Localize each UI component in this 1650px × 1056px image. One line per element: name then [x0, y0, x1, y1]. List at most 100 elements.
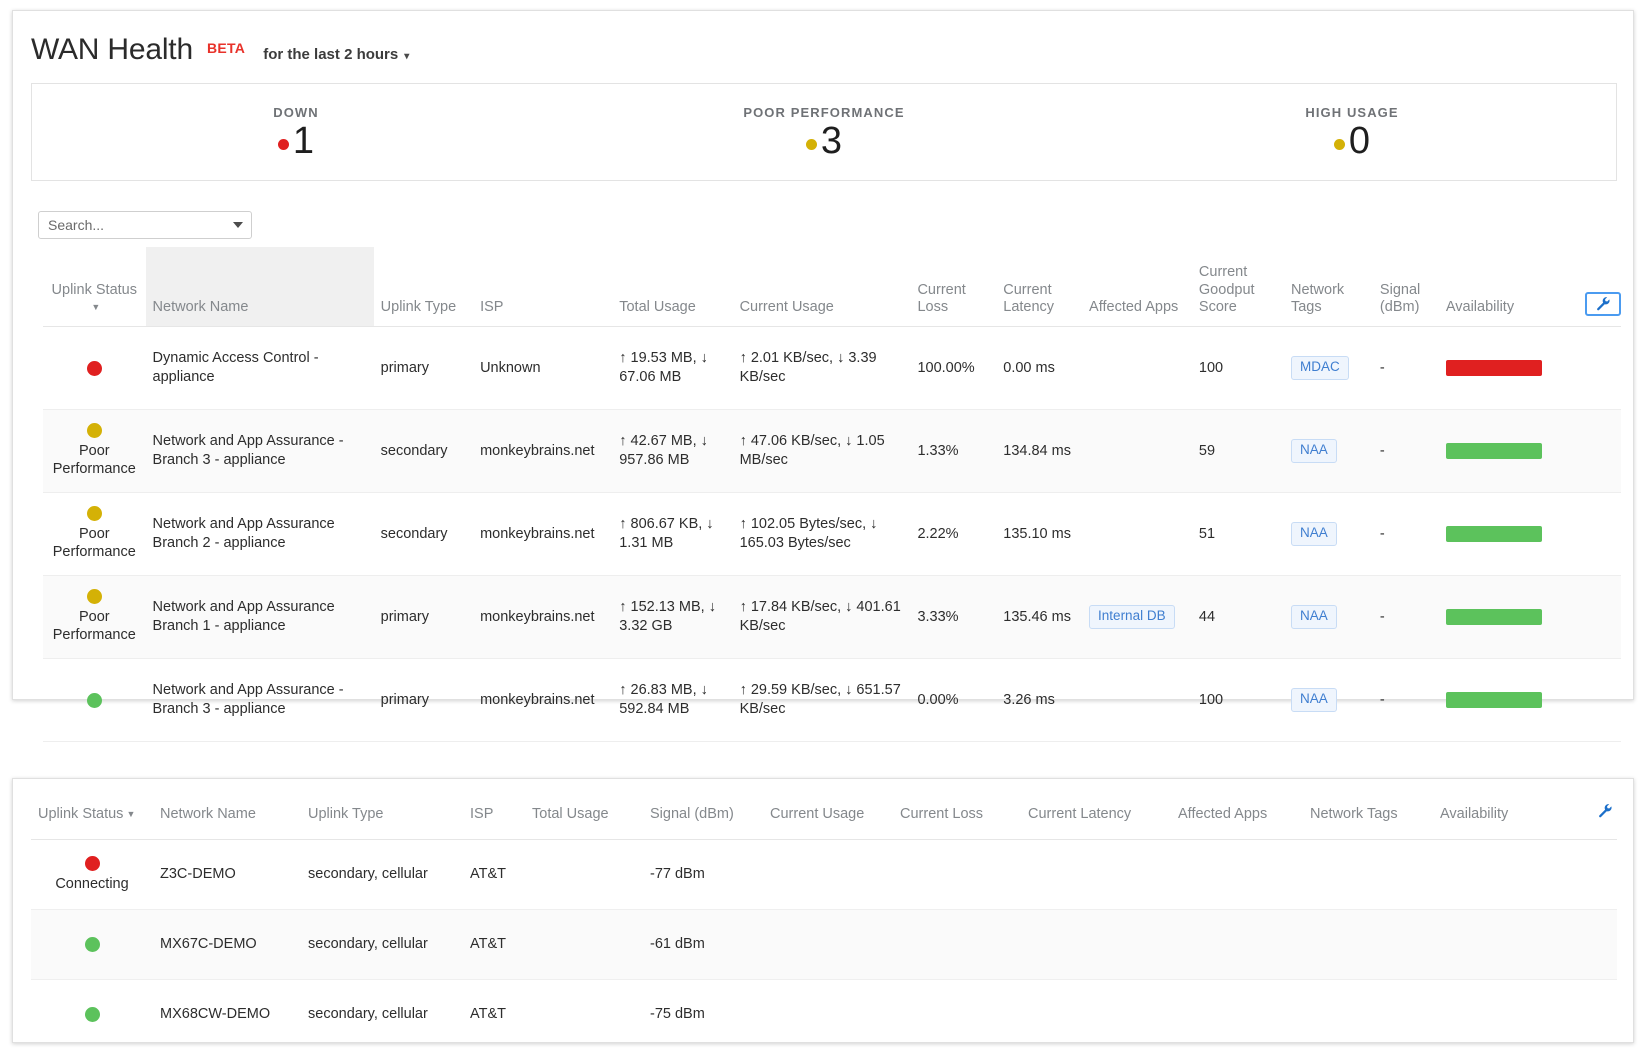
column-header-signal[interactable]: Signal (dBm) [643, 793, 763, 841]
affected-app-chip[interactable]: Internal DB [1089, 605, 1175, 629]
column-header-isp[interactable]: ISP [473, 247, 613, 327]
network-tag-chip[interactable]: NAA [1290, 688, 1337, 712]
uplinks-table-body: Dynamic Access Control - appliance primar… [43, 326, 1621, 742]
column-header-signal[interactable]: Signal (dBm) [1372, 247, 1439, 327]
cell-uplink-status: Poor Performance [43, 409, 146, 493]
column-header-availability[interactable]: Availability [1433, 793, 1573, 841]
cell-spacer [1573, 980, 1617, 1050]
cell-network-name: Network and App Assurance - Branch 3 - a… [145, 658, 374, 742]
column-header-current-usage[interactable]: Current Usage [763, 793, 893, 841]
cell-network-name: MX67C-DEMO [153, 909, 301, 981]
column-header-current-latency[interactable]: Current Latency [996, 247, 1083, 327]
cell-uplink-type: primary [373, 326, 474, 410]
cell-spacer [1562, 326, 1621, 410]
cell-uplink-status [31, 909, 153, 981]
wrench-icon-button[interactable] [1593, 799, 1617, 821]
cell-uplink-status [43, 326, 146, 410]
column-header-current-loss[interactable]: Current Loss [910, 247, 997, 327]
column-header-current-loss[interactable]: Current Loss [893, 793, 1021, 841]
summary-card-high-usage[interactable]: HIGH USAGE 0 [1088, 84, 1616, 180]
column-header-total-usage[interactable]: Total Usage [525, 793, 643, 841]
cell-isp: AT&T [463, 839, 525, 911]
cell-availability [1438, 326, 1563, 410]
cell-current-latency: 135.46 ms [996, 575, 1083, 659]
column-header-network-name[interactable]: Network Name [145, 247, 374, 327]
cell-total-usage [525, 839, 643, 911]
column-header-current-goodput-score[interactable]: Current Goodput Score [1191, 247, 1284, 327]
wrench-icon-button[interactable] [1585, 291, 1621, 316]
column-header-current-usage[interactable]: Current Usage [732, 247, 911, 327]
cell-signal: - [1372, 575, 1439, 659]
column-header-uplink-type[interactable]: Uplink Type [301, 793, 463, 841]
cell-availability [1438, 409, 1563, 493]
column-header-isp[interactable]: ISP [463, 793, 525, 841]
cell-spacer [1562, 492, 1621, 576]
table-row[interactable]: Dynamic Access Control - appliance primar… [43, 326, 1621, 410]
network-tag-chip[interactable]: MDAC [1290, 356, 1349, 380]
summary-card-down[interactable]: DOWN 1 [32, 84, 560, 180]
column-header-uplink-status[interactable]: Uplink Status▼ [31, 793, 153, 841]
column-header-total-usage[interactable]: Total Usage [612, 247, 733, 327]
cell-current-latency [1021, 839, 1171, 911]
cell-total-usage: ↑ 42.67 MB, ↓ 957.86 MB [612, 409, 733, 493]
cell-isp: AT&T [463, 909, 525, 981]
cell-current-loss: 100.00% [910, 326, 997, 410]
column-header-network-tags[interactable]: Network Tags [1283, 247, 1373, 327]
column-label: Current Usage [770, 805, 865, 822]
network-tag-chip[interactable]: NAA [1290, 605, 1337, 629]
status-dot-icon [805, 139, 817, 150]
status-label: Poor Performance [52, 609, 136, 643]
cell-current-usage [763, 909, 893, 981]
status-dot-icon [277, 139, 289, 150]
column-header-uplink-status[interactable]: Uplink Status▼ [43, 247, 146, 327]
summary-card-poor-performance[interactable]: POOR PERFORMANCE 3 [560, 84, 1088, 180]
cell-network-tags [1303, 839, 1433, 911]
cell-affected-apps [1171, 980, 1303, 1050]
summary-card-value: 1 [292, 119, 315, 162]
cell-goodput-score: 51 [1191, 492, 1284, 576]
table-row[interactable]: Poor Performance Network and App Assuranc… [43, 409, 1621, 493]
column-header-network-name[interactable]: Network Name [153, 793, 301, 841]
column-label: Current Loss [900, 805, 984, 822]
cell-network-name: Network and App Assurance Branch 1 - app… [145, 575, 374, 659]
column-header-availability[interactable]: Availability [1438, 247, 1563, 327]
cell-isp: monkeybrains.net [473, 492, 613, 576]
column-label: Uplink Status [38, 805, 124, 822]
table-row[interactable]: Poor Performance Network and App Assuranc… [43, 575, 1621, 659]
cell-current-loss: 3.33% [910, 575, 997, 659]
column-settings-cell [1573, 793, 1617, 841]
cell-availability [1438, 492, 1563, 576]
table-row[interactable]: Connecting Z3C-DEMO secondary, cellular AT&… [31, 839, 1617, 911]
cell-total-usage: ↑ 152.13 MB, ↓ 3.32 GB [612, 575, 733, 659]
table-row[interactable]: Network and App Assurance - Branch 3 - a… [43, 658, 1621, 742]
column-label: Network Tags [1310, 805, 1398, 822]
table-row[interactable]: MX67C-DEMO secondary, cellular AT&T -61 dBm [31, 909, 1617, 981]
wrench-icon [1598, 803, 1612, 817]
cell-current-usage: ↑ 17.84 KB/sec, ↓ 401.61 KB/sec [732, 575, 911, 659]
cell-current-loss: 1.33% [910, 409, 997, 493]
cell-uplink-status: Poor Performance [43, 575, 146, 659]
search-box[interactable] [38, 211, 252, 239]
time-range-selector[interactable]: for the last 2 hours ▾ [263, 46, 409, 63]
table-row[interactable]: Poor Performance Network and App Assuranc… [43, 492, 1621, 576]
column-header-uplink-type[interactable]: Uplink Type [373, 247, 474, 327]
availability-bar [1445, 360, 1542, 376]
network-tag-chip[interactable]: NAA [1290, 439, 1337, 463]
search-input[interactable] [38, 211, 252, 239]
cell-isp: Unknown [473, 326, 613, 410]
status-dot-icon [84, 1007, 100, 1023]
table-row[interactable]: MX68CW-DEMO secondary, cellular AT&T -75 dB… [31, 980, 1617, 1050]
column-header-current-latency[interactable]: Current Latency [1021, 793, 1171, 841]
network-tag-chip[interactable]: NAA [1290, 522, 1337, 546]
column-header-network-tags[interactable]: Network Tags [1303, 793, 1433, 841]
wan-health-main-panel: WAN Health BETA for the last 2 hours ▾ DO… [12, 10, 1634, 742]
column-label: Availability [1445, 299, 1515, 316]
cell-spacer [1562, 575, 1621, 659]
column-header-affected-apps[interactable]: Affected Apps [1082, 247, 1192, 327]
column-label: ISP [470, 805, 494, 822]
cell-current-loss [893, 980, 1021, 1050]
cell-goodput-score: 100 [1191, 326, 1284, 410]
column-label: Uplink Type [380, 299, 457, 316]
column-header-affected-apps[interactable]: Affected Apps [1171, 793, 1303, 841]
cell-signal: -77 dBm [643, 839, 763, 911]
